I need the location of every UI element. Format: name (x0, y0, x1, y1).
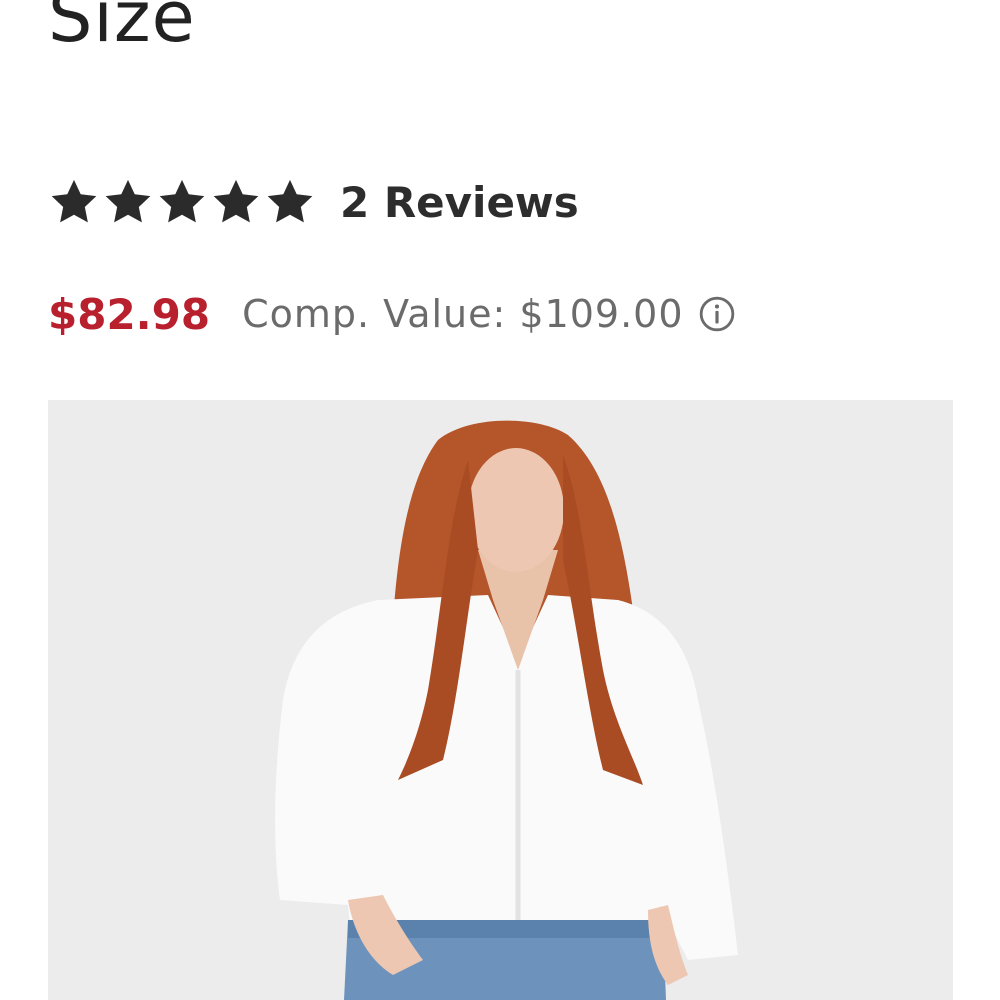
model-photo (48, 400, 953, 1000)
info-icon[interactable] (698, 295, 736, 333)
star-icon (159, 179, 205, 223)
sale-price: $82.98 (48, 289, 211, 339)
product-image[interactable] (48, 400, 953, 1000)
star-icon (213, 179, 259, 223)
star-icon (105, 179, 151, 223)
rating-row[interactable]: 2 Reviews (48, 172, 579, 232)
product-detail-page: Size 2 Reviews $82.98 Comp. Value: $109.… (0, 0, 1000, 1000)
product-title: Size (48, 0, 196, 58)
star-rating (48, 176, 316, 228)
reviews-link[interactable]: 2 Reviews (340, 178, 579, 227)
comp-value: Comp. Value: $109.00 (242, 292, 684, 336)
star-icon (267, 179, 313, 223)
star-icon (51, 179, 97, 223)
price-row: $82.98 Comp. Value: $109.00 (48, 286, 736, 342)
